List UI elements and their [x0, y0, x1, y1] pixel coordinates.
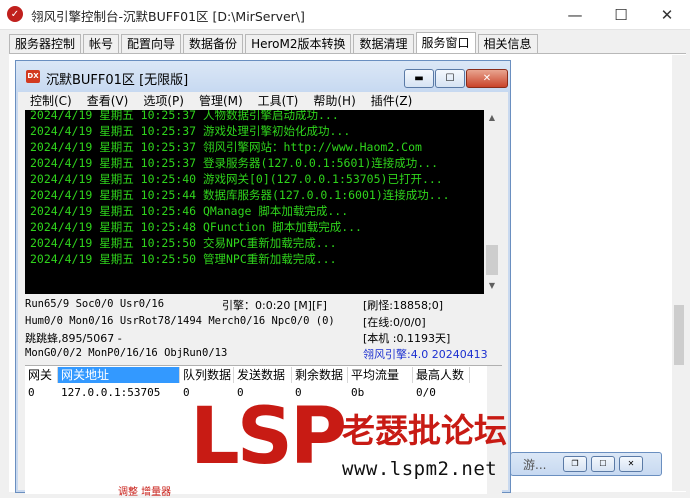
- menu-view[interactable]: 查看(V): [79, 92, 136, 110]
- status-mon: MonG0/0/2 MonP0/16/16 ObjRun0/13: [25, 347, 228, 359]
- menu-tools[interactable]: 工具(T): [250, 92, 306, 110]
- log-line: 2024/4/19 星期五 10:25:50 管理NPC重新加载完成...: [30, 252, 337, 266]
- tab-server-control[interactable]: 服务器控制: [9, 34, 82, 54]
- scrollbar-thumb[interactable]: [486, 245, 498, 275]
- scrollbar-thumb[interactable]: [674, 305, 684, 365]
- column-header-max-users[interactable]: 最高人数: [413, 367, 470, 383]
- tab-config-wizard[interactable]: 配置向导: [121, 34, 182, 54]
- maximize-button[interactable]: ☐: [598, 0, 644, 29]
- tab-data-cleanup[interactable]: 数据清理: [353, 34, 414, 54]
- tab-account[interactable]: 帐号: [83, 34, 120, 54]
- close-icon[interactable]: ✕: [619, 456, 643, 472]
- scroll-down-icon[interactable]: ▼: [487, 281, 497, 291]
- tab-data-backup[interactable]: 数据备份: [183, 34, 244, 54]
- tab-herom2-convert[interactable]: HeroM2版本转换: [245, 34, 352, 54]
- log-console[interactable]: 2024/4/19 星期五 10:25:37 人物数据引擎启动成功... 202…: [25, 110, 500, 294]
- log-line: 2024/4/19 星期五 10:25:37 登录服务器(127.0.0.1:5…: [30, 156, 439, 170]
- panel-vertical-scrollbar[interactable]: [672, 55, 686, 491]
- minimize-button[interactable]: —: [552, 0, 598, 29]
- watermark: LSP 老瑟批论坛 www.lspm2.net: [190, 392, 507, 491]
- menu-manage[interactable]: 管理(M): [191, 92, 250, 110]
- log-line: 2024/4/19 星期五 10:25:37 人物数据引擎启动成功...: [30, 110, 339, 122]
- status-engine-time: 引擎：0:0:20 [M][F]: [222, 299, 327, 312]
- menu-options[interactable]: 选项(P): [135, 92, 191, 110]
- status-online: [在线:0/0/0]: [363, 316, 426, 329]
- app-logo-icon: ✓: [7, 6, 23, 22]
- maximize-icon[interactable]: ☐: [591, 456, 615, 472]
- menu-help[interactable]: 帮助(H): [305, 92, 362, 110]
- watermark-url: www.lspm2.net: [342, 458, 498, 480]
- log-line: 2024/4/19 星期五 10:25:50 交易NPC重新加载完成...: [30, 236, 337, 250]
- minimized-window[interactable]: 游... ❐ ☐ ✕: [510, 452, 662, 476]
- gate-table-header: 网关 网关地址 队列数据 发送数据 剩余数据 平均流量 最高人数: [25, 367, 470, 383]
- log-scrollbar[interactable]: ▲ ▼: [484, 110, 500, 294]
- menu-plugins[interactable]: 插件(Z): [363, 92, 420, 110]
- close-button[interactable]: ✕: [644, 0, 690, 29]
- engine-version: 翎风引擎:4.0 20240413: [363, 348, 488, 361]
- inner-minimize-button[interactable]: ▬: [404, 69, 434, 88]
- outer-titlebar: ✓ 翎风引擎控制台-沉默BUFF01区 [D:\MirServer\] — ☐ …: [0, 0, 690, 30]
- column-header-queue[interactable]: 队列数据: [180, 367, 234, 383]
- log-line: 2024/4/19 星期五 10:25:46 QManage 脚本加载完成...: [30, 204, 349, 218]
- log-line: 2024/4/19 星期五 10:25:48 QFunction 脚本加载完成.…: [30, 220, 362, 234]
- column-header-gate-address[interactable]: 网关地址: [58, 367, 180, 383]
- scroll-up-icon[interactable]: ▲: [487, 113, 497, 123]
- server-window-titlebar: DX 沉默BUFF01区 [无限版] ▬ ☐ ✕: [16, 61, 510, 92]
- status-monster: 跳跳蜂,895/5067 -: [25, 332, 122, 345]
- minimized-window-title: 游...: [523, 458, 547, 472]
- inner-close-button[interactable]: ✕: [466, 69, 508, 88]
- status-hum: Hum0/0 Mon0/16 UsrRot78/1494 Merch0/16 N…: [25, 315, 335, 327]
- log-line: 2024/4/19 星期五 10:25:40 游戏网关[0](127.0.0.1…: [30, 172, 443, 186]
- server-window-title: 沉默BUFF01区 [无限版]: [46, 73, 189, 88]
- column-header-sent[interactable]: 发送数据: [234, 367, 292, 383]
- main-tab-strip: 服务器控制 帐号 配置向导 数据备份 HeroM2版本转换 数据清理 服务窗口 …: [9, 32, 540, 54]
- cell-gate-address: 127.0.0.1:53705: [61, 386, 161, 399]
- column-header-remaining[interactable]: 剩余数据: [292, 367, 348, 383]
- dx-app-icon: DX: [26, 70, 40, 83]
- log-lines: 2024/4/19 星期五 10:25:37 人物数据引擎启动成功... 202…: [30, 110, 450, 267]
- log-line: 2024/4/19 星期五 10:25:44 数据库服务器(127.0.0.1:…: [30, 188, 450, 202]
- cell-gate: 0: [28, 386, 35, 399]
- inner-maximize-button[interactable]: ☐: [435, 69, 465, 88]
- watermark-logo: LSP: [190, 392, 347, 482]
- watermark-forum-name: 老瑟批论坛: [342, 411, 507, 450]
- status-local: [本机 :0.1193天]: [363, 332, 451, 345]
- column-header-gate[interactable]: 网关: [25, 367, 58, 383]
- restore-icon[interactable]: ❐: [563, 456, 587, 472]
- log-line: 2024/4/19 星期五 10:25:37 游戏处理引擎初始化成功...: [30, 124, 351, 138]
- tab-related-info[interactable]: 相关信息: [477, 34, 538, 54]
- status-run: Run65/9 Soc0/0 Usr0/16: [25, 298, 165, 310]
- log-line: 2024/4/19 星期五 10:25:37 翎风引擎网站：http://www…: [30, 140, 422, 154]
- window-title: 翎风引擎控制台-沉默BUFF01区 [D:\MirServer\]: [31, 9, 305, 24]
- tab-service-window[interactable]: 服务窗口: [415, 32, 476, 54]
- menu-control[interactable]: 控制(C): [22, 92, 79, 110]
- menu-bar: 控制(C) 查看(V) 选项(P) 管理(M) 工具(T) 帮助(H) 插件(Z…: [22, 92, 419, 110]
- column-header-avg-flow[interactable]: 平均流量: [348, 367, 413, 383]
- status-refresh: [刷怪:18858;0]: [363, 299, 443, 312]
